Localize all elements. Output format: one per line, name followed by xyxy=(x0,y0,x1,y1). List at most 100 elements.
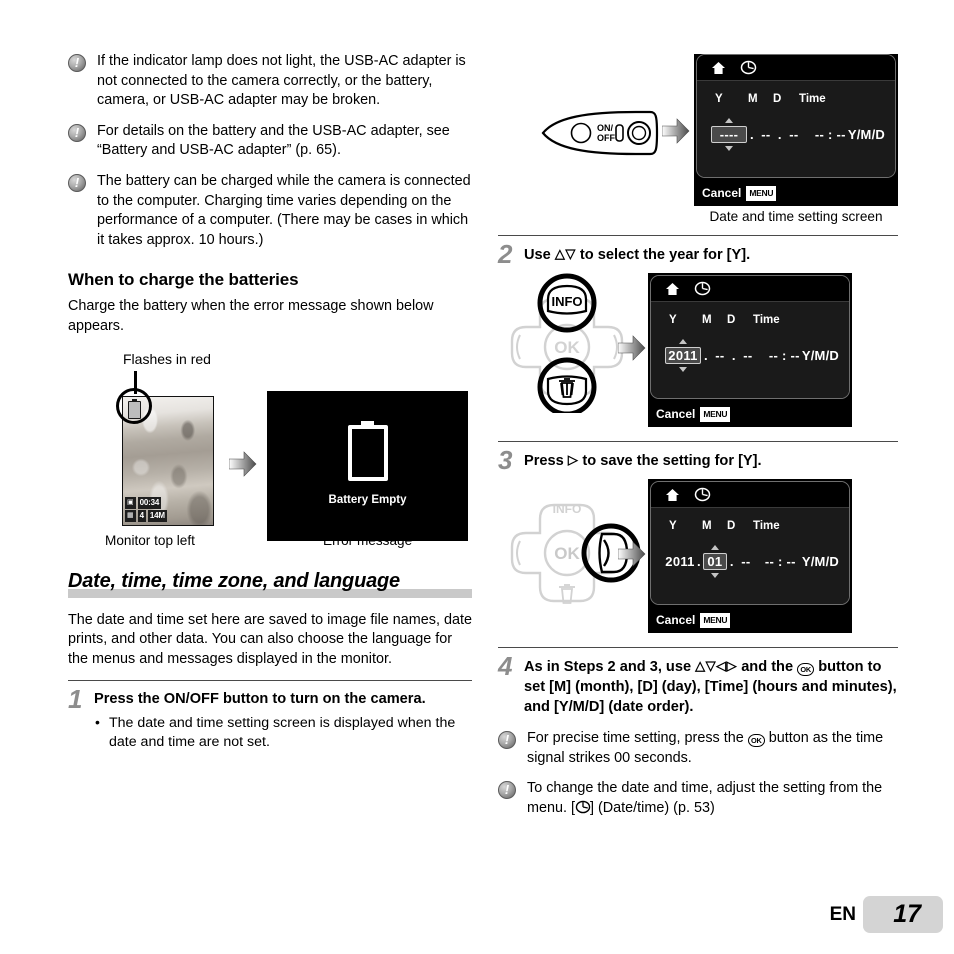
year-field[interactable]: 2011 xyxy=(665,554,695,569)
step-title: Use △▽ to select the year for [Y]. xyxy=(524,244,898,265)
month-value: -- xyxy=(761,127,771,142)
caution-icon: ! xyxy=(498,731,516,749)
header-day: D xyxy=(727,520,736,532)
battery-warning-illustration: Flashes in red ▣ 00:34 ▦ 4 14M Battery E… xyxy=(68,351,472,548)
ok-button-glyph: OK xyxy=(747,734,765,747)
note-text: If the indicator lamp does not light, th… xyxy=(97,53,466,109)
svg-text:ON/: ON/ xyxy=(597,123,614,133)
year-value: 2011 xyxy=(665,554,695,569)
step-title-post: to save the setting for [Y]. xyxy=(578,453,762,469)
caption-monitor: Monitor top left xyxy=(105,532,195,548)
year-value: 2011 xyxy=(668,348,698,363)
lcd-value-row: 2011 . -- . -- -- : -- Y/M/D xyxy=(665,339,839,372)
menu-button-chip[interactable]: MENU xyxy=(700,612,731,628)
separator-dot: . xyxy=(750,127,754,142)
osd-imagesize: 14M xyxy=(147,509,167,522)
cancel-label: Cancel xyxy=(702,186,742,200)
header-year: Y xyxy=(715,93,723,105)
lcd-footer: Cancel MENU xyxy=(648,607,852,633)
lcd-value-row: ---- . -- . -- -- : -- Y/M/D xyxy=(711,118,885,151)
date-time-setting-screen-step2: Y M D Time 2011 . -- . -- --: -- Y/M/D … xyxy=(648,273,852,427)
caution-icon: ! xyxy=(68,173,86,192)
step-title-pre: As in Steps 2 and 3, use xyxy=(524,659,696,675)
step-divider xyxy=(498,647,898,648)
menu-button-chip[interactable]: MENU xyxy=(746,185,777,201)
lcd-footer: Cancel MENU xyxy=(648,401,852,427)
day-field[interactable]: -- xyxy=(737,554,755,569)
callout-ring xyxy=(116,387,152,424)
cancel-label: Cancel xyxy=(656,613,696,627)
right-column: ON/ OFF Y M D Time ---- . -- . -- --: -… xyxy=(498,52,898,829)
error-message-screen: Battery Empty xyxy=(267,390,468,541)
month-field[interactable]: -- xyxy=(757,127,775,142)
lcd-panel: Y M D Time 2011 . -- . -- --: -- Y/M/D xyxy=(650,275,850,399)
caution-icon: ! xyxy=(498,781,516,800)
note-post: ] (Date/time) (p. 53) xyxy=(590,799,715,816)
screen-caption: Date and time setting screen xyxy=(709,209,883,224)
step-divider xyxy=(68,680,472,682)
menu-button-chip[interactable]: MENU xyxy=(700,406,731,422)
month-field[interactable]: 01 xyxy=(702,545,727,578)
date-order-field[interactable]: Y/M/D xyxy=(802,554,839,569)
camera-top-view: ON/ OFF xyxy=(498,52,694,207)
page-footer: EN 17 xyxy=(0,896,954,936)
date-order-field[interactable]: Y/M/D xyxy=(802,348,839,363)
lcd-content: Y M D Time 2011 . -- . -- --: -- Y/M/D xyxy=(651,302,849,398)
subsection-heading: When to charge the batteries xyxy=(68,270,299,290)
header-time: Time xyxy=(753,314,780,326)
header-time: Time xyxy=(799,93,826,105)
separator-dot: . xyxy=(704,348,708,363)
header-year: Y xyxy=(669,314,677,326)
flow-arrow xyxy=(617,541,646,572)
card-icon: ▦ xyxy=(125,509,136,522)
time-field[interactable]: -- : -- xyxy=(769,348,800,363)
onoff-button-label: ON/OFF xyxy=(163,691,219,708)
caret-up-icon xyxy=(725,118,733,123)
flow-arrow xyxy=(228,450,257,482)
date-order-field[interactable]: Y/M/D xyxy=(848,127,885,142)
step1-screen-block: Y M D Time ---- . -- . -- --: -- Y/M/D … xyxy=(694,52,898,224)
day-field[interactable]: -- xyxy=(785,127,803,142)
step2-illustration: OK INFO Y M D Time 2011 . -- . -- --: -… xyxy=(498,273,898,427)
year-field[interactable]: ---- xyxy=(711,118,747,151)
day-field[interactable]: -- xyxy=(739,348,757,363)
header-month: M xyxy=(748,93,758,105)
time-field[interactable]: -- : -- xyxy=(815,127,846,142)
flow-arrow xyxy=(617,335,646,366)
header-day: D xyxy=(727,314,736,326)
month-field[interactable]: -- xyxy=(711,348,729,363)
year-field[interactable]: 2011 xyxy=(665,339,701,372)
note-text: The battery can be charged while the cam… xyxy=(97,172,471,248)
svg-text:OK: OK xyxy=(554,338,580,357)
step-3: 3 Press ▷ to save the setting for [Y]. xyxy=(498,447,898,473)
dpad-diagram-step3: OK INFO xyxy=(498,479,648,619)
clock-icon xyxy=(740,60,757,75)
separator-dot: . xyxy=(697,554,701,569)
step-divider xyxy=(498,441,898,442)
caret-up-icon xyxy=(679,339,687,344)
lcd-footer: Cancel MENU xyxy=(694,180,898,206)
subsection-intro: Charge the battery when the error messag… xyxy=(68,298,434,334)
header-month: M xyxy=(702,314,712,326)
day-value: -- xyxy=(741,554,751,569)
clock-icon xyxy=(694,281,711,296)
step-title-pre: Press the xyxy=(94,691,164,708)
caption-error: Error message xyxy=(323,532,413,548)
dpad-diagram-step2: OK INFO xyxy=(498,273,648,417)
time-field[interactable]: -- : -- xyxy=(765,554,796,569)
clock-icon xyxy=(694,487,711,502)
flow-arrow xyxy=(661,118,690,149)
svg-text:INFO: INFO xyxy=(553,502,582,516)
step-number: 1 xyxy=(68,684,83,715)
step-title: As in Steps 2 and 3, use △▽◁▷ and the OK… xyxy=(524,656,898,717)
month-value: -- xyxy=(715,348,725,363)
list-item: The date and time setting screen is disp… xyxy=(94,713,472,752)
note-item: ! If the indicator lamp does not light, … xyxy=(68,52,472,111)
lcd-content: Y M D Time ---- . -- . -- --: -- Y/M/D xyxy=(697,81,895,177)
lcd-value-row: 2011 . 01 . -- -- : -- Y/M/D xyxy=(665,545,839,578)
day-value: -- xyxy=(789,127,799,142)
caret-down-icon xyxy=(679,367,687,372)
home-icon xyxy=(665,282,680,296)
step-number: 4 xyxy=(498,651,513,681)
day-value: -- xyxy=(743,348,753,363)
